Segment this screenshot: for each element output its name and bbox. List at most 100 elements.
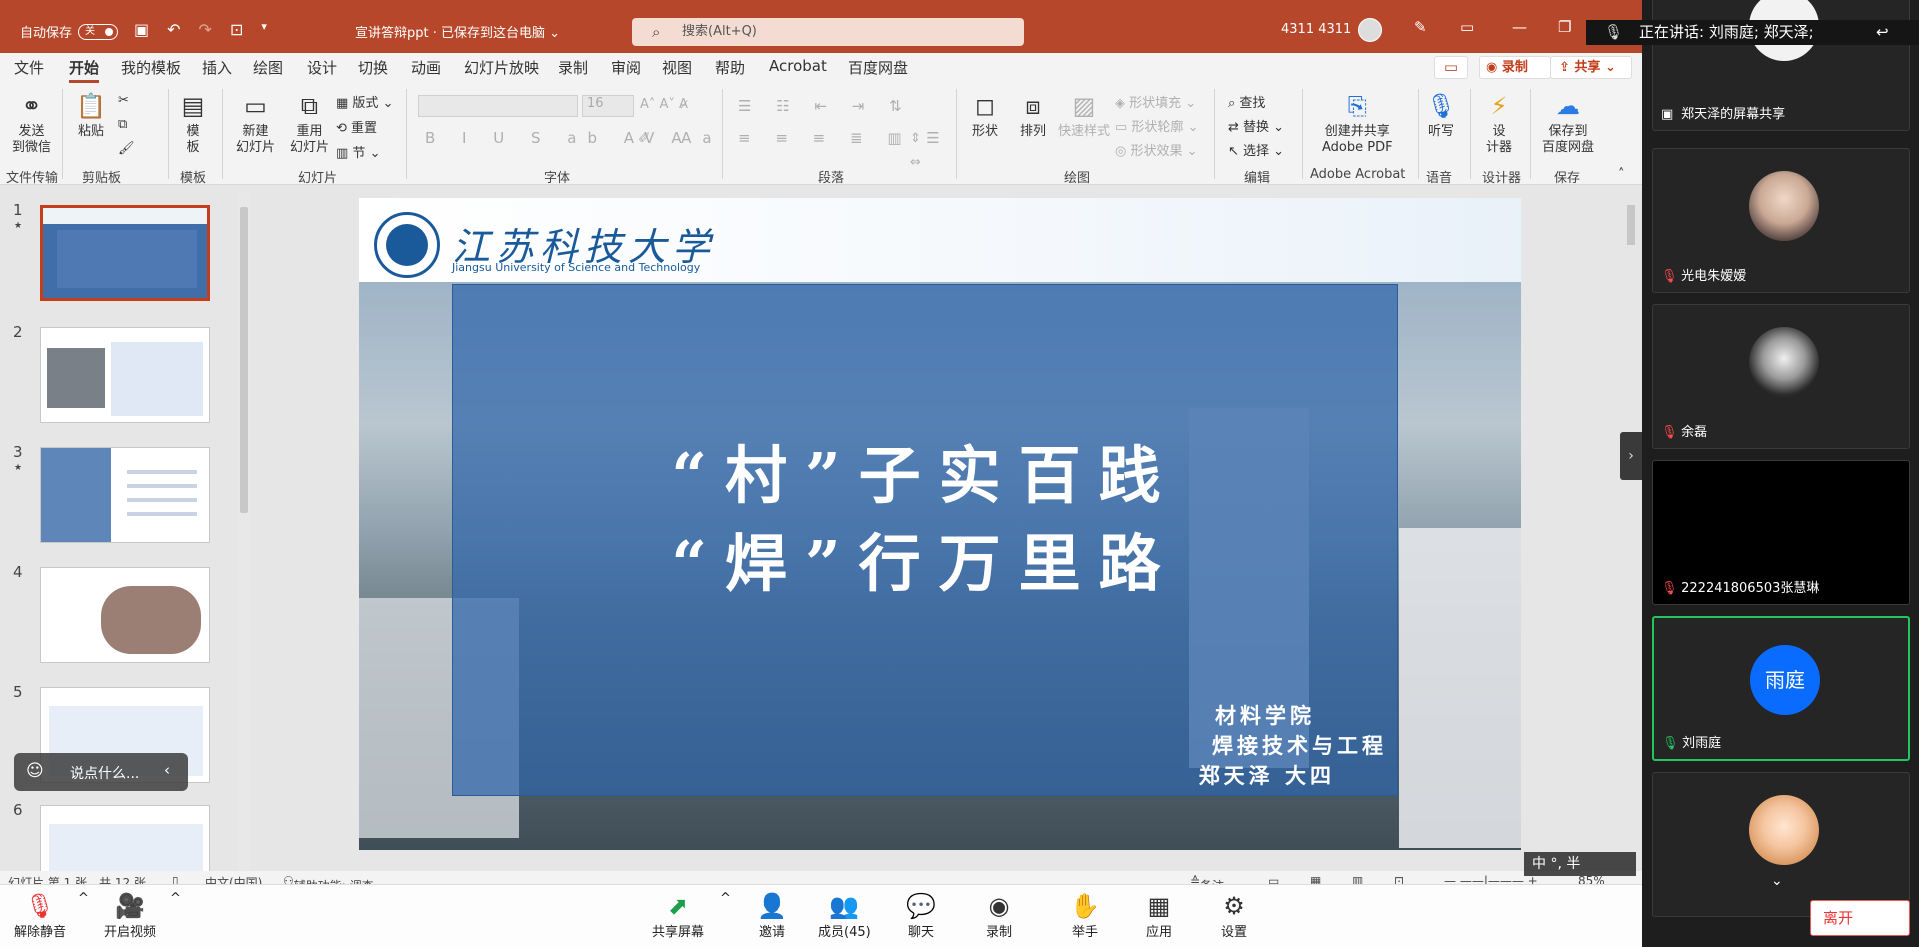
participant-tile-active-speaker[interactable]: 雨庭 🎙 刘雨庭 [1652, 616, 1910, 761]
thumbnail-slide-4[interactable] [40, 567, 210, 663]
designer-button[interactable]: ⚡ 设 计器 [1484, 91, 1514, 156]
minimize-icon[interactable]: — [1512, 18, 1527, 36]
video-options-chevron-icon[interactable]: ^ [170, 891, 181, 906]
share-button[interactable]: ⇪ 共享 ⌄ [1550, 56, 1632, 79]
layout-button[interactable]: ▦ 版式 ⌄ [336, 92, 393, 111]
arrange-button[interactable]: ⧈ 排列 [1018, 91, 1048, 140]
save-to-baidu-button[interactable]: ☁ 保存到 百度网盘 [1542, 91, 1594, 156]
send-to-wechat-button[interactable]: ⚭ 发送 到微信 [12, 91, 51, 156]
participant-tile[interactable]: 🎙 光电朱嫒嫒 [1652, 148, 1910, 293]
tab-animations[interactable]: 动画 [411, 57, 441, 78]
tab-draw[interactable]: 绘图 [253, 57, 283, 78]
tab-insert[interactable]: 插入 [202, 57, 232, 78]
audio-options-chevron-icon[interactable]: ^ [78, 891, 89, 906]
tab-slideshow[interactable]: 幻灯片放映 [464, 57, 539, 78]
slide-subtitle-author[interactable]: 郑天泽 大四 [1199, 760, 1335, 790]
redo-icon[interactable]: ↷ [199, 20, 212, 39]
customize-icon[interactable]: ▾ [261, 20, 267, 39]
font-grow-icon[interactable]: A˄ A˅ A̷ [640, 97, 688, 112]
list-buttons[interactable]: ☰ ☷ ⇤ ⇥ ⇅ [738, 97, 912, 115]
slide-canvas[interactable]: 江苏科技大学 Jiangsu University of Science and… [359, 198, 1521, 850]
raise-hand-button[interactable]: ✋ 举手 [1070, 891, 1100, 940]
start-video-button[interactable]: 🎥 开启视频 [104, 891, 156, 940]
undo-icon[interactable]: ↶ [167, 20, 180, 39]
shapes-button[interactable]: ◻ 形状 [970, 91, 1000, 140]
tab-my-templates[interactable]: 我的模板 [121, 57, 181, 78]
cut-icon[interactable]: ✂ [118, 93, 129, 108]
pen-icon[interactable]: ✎ [1414, 18, 1427, 36]
reset-button[interactable]: ⟲ 重置 [336, 117, 377, 136]
format-painter-icon[interactable]: 🖌 [118, 141, 135, 156]
chat-button[interactable]: 💬 聊天 [906, 891, 936, 940]
collapse-ribbon-icon[interactable]: ˄ [1618, 167, 1625, 182]
participant-tile[interactable]: 🎙 余磊 [1652, 304, 1910, 449]
participant-tile[interactable]: ⌄ [1652, 772, 1910, 917]
tab-design[interactable]: 设计 [307, 57, 337, 78]
tab-home[interactable]: 开始 [69, 57, 100, 83]
quick-styles-button[interactable]: ▨ 快速样式 [1058, 91, 1110, 140]
quick-chat-input[interactable]: ☺ 说点什么... ‹ [14, 753, 188, 791]
ribbon-display-icon[interactable]: ▭ [1460, 18, 1474, 36]
restore-icon[interactable]: ❐ [1558, 18, 1571, 36]
tab-transitions[interactable]: 切换 [358, 57, 388, 78]
tab-baidu[interactable]: 百度网盘 [848, 57, 908, 78]
record-button[interactable]: ◉ 录制 [1479, 56, 1551, 79]
autosave[interactable]: 自动保存 关 [20, 22, 119, 41]
expand-panel-chevron-icon[interactable]: › [1620, 432, 1642, 480]
text-direction-icon[interactable]: ⇕ [910, 131, 921, 146]
shape-effects-button[interactable]: ◎ 形状效果 ⌄ [1115, 140, 1198, 159]
shape-fill-button[interactable]: ◈ 形状填充 ⌄ [1115, 92, 1196, 111]
tab-acrobat[interactable]: Acrobat [769, 57, 827, 75]
new-slide-button[interactable]: ▭ 新建 幻灯片 [236, 91, 275, 156]
reuse-slide-button[interactable]: ⧉ 重用 幻灯片 [290, 91, 329, 156]
select-button[interactable]: ↖ 选择 ⌄ [1228, 140, 1284, 159]
dictate-button[interactable]: 🎙 听写 [1426, 91, 1456, 140]
collapse-chevron-icon[interactable]: ‹ [164, 761, 170, 779]
invite-button[interactable]: 👤 邀请 [757, 891, 787, 940]
thumbnail-slide-1[interactable] [40, 205, 210, 301]
ime-toolbar[interactable]: 中 °, 半 [1524, 852, 1636, 876]
copy-icon[interactable]: ⧉ [118, 117, 127, 132]
members-button[interactable]: 👥 成员(45) [818, 891, 871, 940]
thumbnails-scrollbar[interactable] [238, 191, 250, 871]
font-name-select[interactable] [418, 95, 578, 117]
font-color-buttons[interactable]: ✐ A [638, 129, 690, 147]
save-icon[interactable]: ▣ [134, 20, 149, 39]
font-size-select[interactable]: 16 [582, 95, 634, 117]
apps-button[interactable]: ▦ 应用 [1146, 891, 1172, 940]
document-title[interactable]: 宣讲答辩ppt · 已保存到这台电脑 ⌄ [355, 22, 560, 41]
tab-review[interactable]: 审阅 [611, 57, 641, 78]
unmute-button[interactable]: 🎙 解除静音 [14, 891, 66, 940]
participant-tile[interactable]: 🎙 222241806503张慧琳 [1652, 460, 1910, 605]
template-button[interactable]: ▤ 模 板 [178, 91, 208, 156]
user-avatar[interactable] [1358, 18, 1382, 42]
scrollbar-thumb[interactable] [240, 207, 248, 513]
record-meeting-button[interactable]: ◉ 录制 [986, 891, 1012, 940]
search-box[interactable]: ⌕ 搜索(Alt+Q) [632, 18, 1024, 46]
paste-button[interactable]: 📋 粘贴 [76, 91, 106, 140]
slide-scrollbar[interactable] [1624, 185, 1638, 877]
present-icon[interactable]: ⊡ [230, 20, 243, 39]
share-options-chevron-icon[interactable]: ^ [720, 891, 731, 906]
tab-file[interactable]: 文件 [14, 57, 44, 78]
thumbnail-slide-3[interactable] [40, 447, 210, 543]
leave-meeting-button[interactable]: 离开 [1810, 900, 1910, 936]
autosave-toggle[interactable]: 关 [78, 23, 119, 40]
scrollbar-thumb[interactable] [1627, 205, 1635, 245]
user-name[interactable]: 4311 4311 [1281, 22, 1351, 37]
slide-title-line1[interactable]: “村”子实百践 [453, 425, 1397, 515]
slide-title-line2[interactable]: “焊”行万里路 [453, 513, 1397, 603]
tab-record[interactable]: 录制 [558, 57, 588, 78]
scroll-down-chevron-icon[interactable]: ⌄ [1771, 873, 1783, 889]
thumbnail-slide-2[interactable] [40, 327, 210, 423]
share-screen-button[interactable]: ⬈ 共享屏幕 [652, 891, 704, 940]
find-button[interactable]: ⌕ 查找 [1228, 92, 1265, 111]
shape-outline-button[interactable]: ▭ 形状轮廓 ⌄ [1115, 116, 1198, 135]
title-overlay[interactable]: “村”子实百践 “焊”行万里路 材料学院 焊接技术与工程 郑天泽 大四 [452, 284, 1398, 796]
create-share-pdf-button[interactable]: ⎘ 创建并共享 Adobe PDF [1322, 91, 1393, 156]
section-button[interactable]: ▥ 节 ⌄ [336, 142, 380, 161]
tab-help[interactable]: 帮助 [715, 57, 745, 78]
slide-subtitle-major[interactable]: 焊接技术与工程 [1212, 730, 1387, 760]
align-text-icon[interactable]: ⇔ [910, 155, 921, 170]
exit-icon[interactable]: ↩ [1876, 20, 1889, 45]
